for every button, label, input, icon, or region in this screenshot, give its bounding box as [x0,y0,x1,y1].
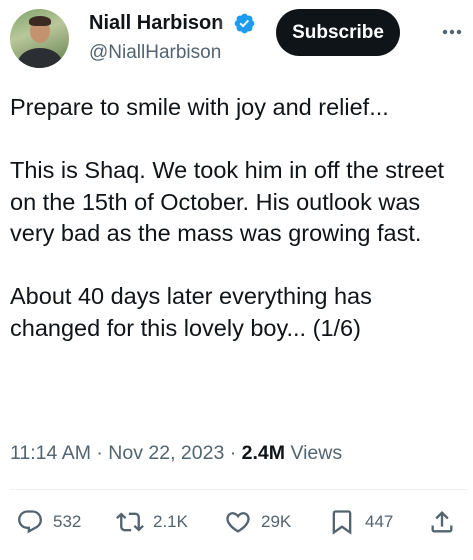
like-count: 29K [261,512,292,531]
tweet-paragraph: This is Shaq. We took him in off the str… [10,157,445,246]
divider [10,489,468,490]
author-handle[interactable]: @NiallHarbison [89,41,221,65]
like-button[interactable]: 29K [224,508,291,536]
action-bar: 532 2.1K 29K 447 [0,508,473,548]
tweet-paragraph: About 40 days later everything has chang… [10,283,372,341]
author-name-row: Niall Harbison [89,11,256,35]
views-count: 2.4M [241,442,286,464]
share-icon [431,511,453,533]
bookmark-count: 447 [365,512,394,531]
repost-button[interactable]: 2.1K [116,508,188,536]
verified-badge-icon [234,13,255,33]
bookmark-icon [332,510,352,535]
tweet-meta: 11:14 AM · Nov 22, 2023 · 2.4M Views [10,440,342,466]
reply-button[interactable]: 532 [16,508,81,536]
meta-separator: · [96,442,103,464]
tweet-time[interactable]: 11:14 AM [10,442,91,464]
tweet-paragraph: Prepare to smile with joy and relief... [10,94,389,120]
heart-icon [226,512,250,533]
reply-icon [18,510,42,534]
repost-count: 2.1K [153,512,188,531]
tweet-date[interactable]: Nov 22, 2023 [108,442,224,464]
tweet-text: Prepare to smile with joy and relief... … [10,92,465,344]
author-display-name[interactable]: Niall Harbison [89,11,235,35]
subscribe-button[interactable]: Subscribe [276,9,400,56]
author-avatar[interactable] [10,9,69,68]
more-options-icon[interactable] [437,17,467,47]
views-label: Views [290,442,343,464]
avatar-shirt [18,48,62,68]
bookmark-button[interactable]: 447 [328,508,393,536]
avatar-hair [29,16,51,26]
reply-count: 532 [53,512,82,531]
repost-icon [116,512,144,532]
share-button[interactable] [428,508,456,536]
meta-separator: · [229,442,237,464]
